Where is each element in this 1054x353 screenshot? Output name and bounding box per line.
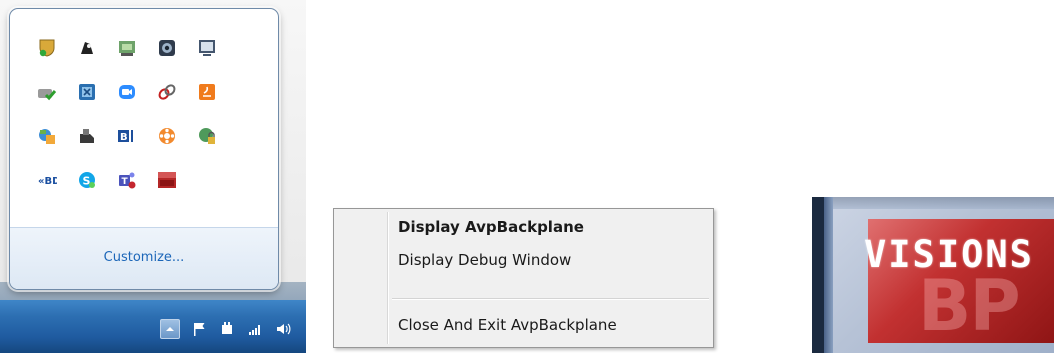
visions-bp-icon[interactable] <box>156 169 178 191</box>
menu-separator <box>392 298 709 300</box>
menu-item-display-avpbackplane[interactable]: Display AvpBackplane <box>398 213 584 241</box>
svg-text:«BD»: «BD» <box>38 176 57 187</box>
zoom-taskbar-edge <box>812 197 824 353</box>
teams-meeting-icon[interactable] <box>36 125 58 147</box>
network-signal-icon[interactable] <box>246 320 264 338</box>
avpbackplane-context-menu: Display AvpBackplane Display Debug Windo… <box>333 208 714 348</box>
storage-drive-icon[interactable] <box>76 125 98 147</box>
excel-addin-icon[interactable] <box>76 81 98 103</box>
menu-icon-gutter-highlight <box>388 212 389 344</box>
bd-player-icon[interactable]: «BD» <box>36 169 58 191</box>
printer-ink-icon[interactable] <box>76 37 98 59</box>
network-drive-icon[interactable] <box>116 37 138 59</box>
link-chain-icon[interactable] <box>156 81 178 103</box>
volume-icon[interactable] <box>274 320 292 338</box>
menu-item-display-debug-window[interactable]: Display Debug Window <box>398 246 571 274</box>
svg-text:T: T <box>122 177 129 187</box>
show-hidden-icons-button[interactable] <box>160 319 180 339</box>
zoom-top-shade <box>812 197 1054 209</box>
customize-link[interactable]: Customize... <box>10 250 278 265</box>
menu-item-close-and-exit[interactable]: Close And Exit AvpBackplane <box>398 311 617 339</box>
zoom-video-icon[interactable] <box>116 81 138 103</box>
snowflake-app-icon[interactable] <box>156 125 178 147</box>
vpn-lock-icon[interactable] <box>196 125 218 147</box>
power-plug-icon[interactable] <box>218 320 236 338</box>
java-update-icon[interactable] <box>196 81 218 103</box>
teams-icon[interactable]: T <box>116 169 138 191</box>
bp-text: BP <box>918 265 1021 347</box>
svg-text:B: B <box>120 132 128 143</box>
skype-icon[interactable]: S <box>76 169 98 191</box>
notification-overflow-flyout: B «BD» S T Customize... <box>9 8 279 290</box>
monitor-icon[interactable] <box>196 37 218 59</box>
security-shield-icon[interactable] <box>36 37 58 59</box>
customize-footer: Customize... <box>10 227 278 289</box>
zoom-taskbar-bevel <box>824 197 833 353</box>
sync-check-icon[interactable] <box>36 81 58 103</box>
action-center-flag-icon[interactable] <box>190 320 208 338</box>
visions-bp-icon-enlarged: VISIONS BP <box>864 219 1054 347</box>
system-tray <box>160 318 292 340</box>
tray-icon-grid: B «BD» S T <box>36 37 236 213</box>
bluetooth-b-icon[interactable]: B <box>116 125 138 147</box>
webcam-icon[interactable] <box>156 37 178 59</box>
visions-bp-icon-zoom: VISIONS BP <box>812 197 1054 353</box>
